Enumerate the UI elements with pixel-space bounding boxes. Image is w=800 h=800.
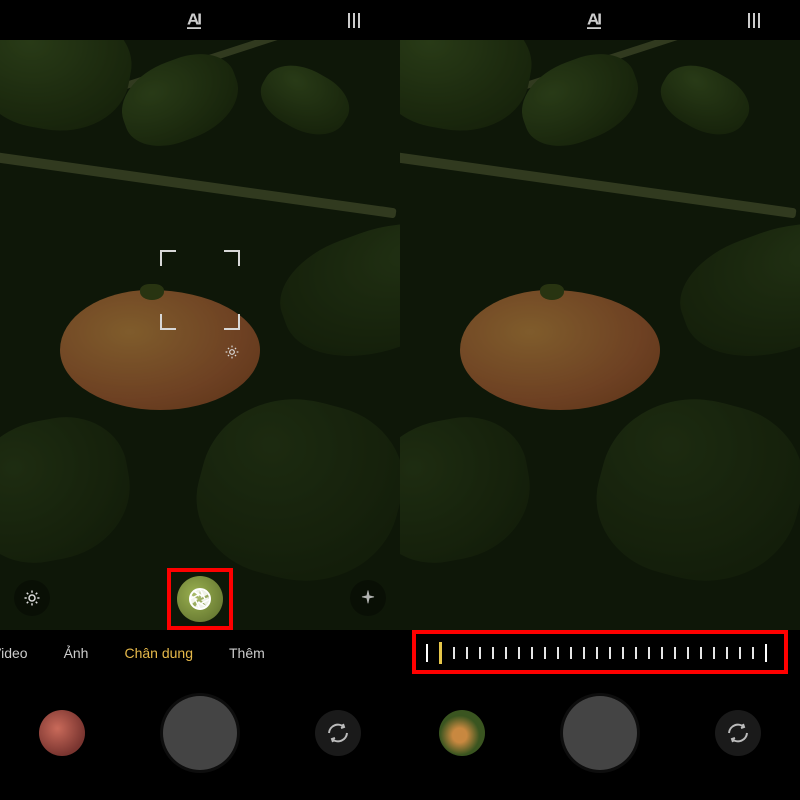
dial-tick — [700, 647, 702, 659]
dial-tick — [426, 644, 428, 662]
dial-tick — [492, 647, 494, 659]
brightness-button[interactable] — [14, 580, 50, 616]
dial-tick — [661, 647, 663, 659]
shutter-button[interactable] — [163, 696, 237, 770]
phone-screenshot-left: AI — [0, 0, 400, 800]
dial-tick — [713, 647, 715, 659]
switch-camera-button[interactable] — [715, 710, 761, 756]
dial-cursor — [439, 642, 442, 664]
exposure-sun-icon[interactable] — [225, 345, 239, 359]
mode-more[interactable]: Thêm — [211, 645, 283, 661]
dial-tick — [635, 647, 637, 659]
top-bar: AI — [0, 0, 400, 40]
menu-icon[interactable] — [748, 13, 760, 28]
ai-toggle-icon[interactable]: AI — [187, 11, 201, 29]
dial-tick — [752, 647, 754, 659]
dial-tick — [505, 647, 507, 659]
shutter-button[interactable] — [563, 696, 637, 770]
ai-toggle-icon[interactable]: AI — [587, 11, 601, 29]
aperture-button[interactable] — [177, 576, 223, 622]
dial-tick — [570, 647, 572, 659]
bottom-bar — [400, 630, 800, 800]
dial-tick — [674, 647, 676, 659]
gallery-thumbnail[interactable] — [39, 710, 85, 756]
dial-tick — [531, 647, 533, 659]
mode-portrait[interactable]: Chân dung — [106, 645, 211, 661]
gallery-thumbnail[interactable] — [439, 710, 485, 756]
dial-tick — [453, 647, 455, 659]
camera-viewfinder[interactable] — [400, 40, 800, 630]
dial-tick — [739, 647, 741, 659]
mode-selector[interactable]: Video Ảnh Chân dung Thêm — [0, 630, 400, 676]
ai-label: AI — [587, 11, 600, 28]
mode-video[interactable]: Video — [0, 645, 46, 661]
dial-tick — [622, 647, 624, 659]
dial-tick — [518, 647, 520, 659]
mode-photo[interactable]: Ảnh — [46, 645, 107, 661]
dial-tick — [765, 644, 767, 662]
dial-tick — [583, 647, 585, 659]
dial-tick — [466, 647, 468, 659]
effects-button[interactable] — [350, 580, 386, 616]
dial-tick — [596, 647, 598, 659]
menu-icon[interactable] — [348, 13, 360, 28]
highlight-box — [167, 568, 233, 630]
focus-indicator — [160, 250, 240, 330]
aperture-dial[interactable] — [420, 638, 780, 668]
dial-tick — [648, 647, 650, 659]
dial-tick — [479, 647, 481, 659]
camera-viewfinder[interactable] — [0, 40, 400, 630]
phone-screenshot-right: AI — [400, 0, 800, 800]
dial-tick — [544, 647, 546, 659]
dial-tick — [687, 647, 689, 659]
switch-camera-button[interactable] — [315, 710, 361, 756]
dial-tick — [557, 647, 559, 659]
top-bar: AI — [400, 0, 800, 40]
dial-tick — [726, 647, 728, 659]
ai-label: AI — [187, 11, 200, 28]
bottom-bar: Video Ảnh Chân dung Thêm — [0, 630, 400, 800]
dial-tick — [609, 647, 611, 659]
